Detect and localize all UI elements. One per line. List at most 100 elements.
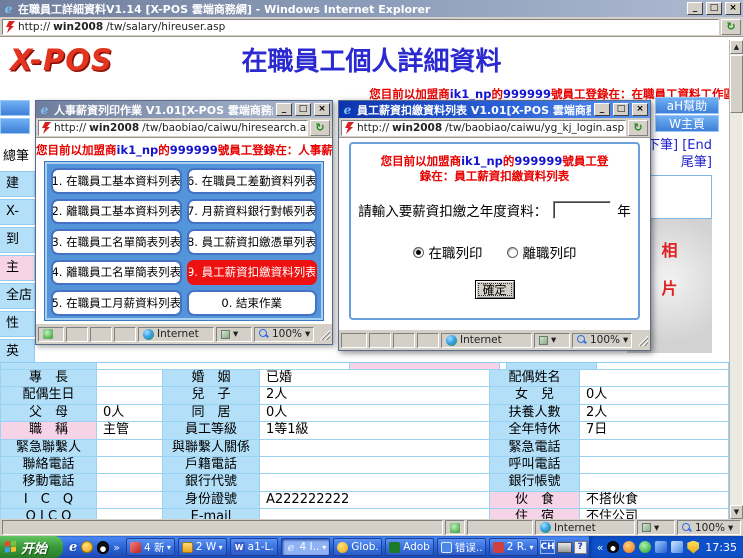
- notice-text: 的: [491, 87, 503, 101]
- ie-quicklaunch-icon[interactable]: e: [69, 540, 77, 555]
- taskbar-window-button[interactable]: 2 R...▾: [489, 538, 538, 556]
- minimize-button[interactable]: _: [687, 2, 703, 15]
- taskbar-window-button[interactable]: Glob...: [333, 538, 382, 556]
- maximize-button[interactable]: □: [295, 103, 311, 116]
- chevron-down-icon[interactable]: ▾: [167, 543, 171, 552]
- radio-option-resigned-print[interactable]: 離職列印: [507, 242, 577, 262]
- antivirus-tray-icon[interactable]: [639, 541, 651, 553]
- url-host: win2008: [392, 122, 442, 134]
- messenger-quicklaunch-icon[interactable]: [81, 541, 93, 553]
- internet-globe-icon: [143, 329, 154, 340]
- minimize-button[interactable]: _: [594, 103, 610, 116]
- refresh-button[interactable]: ↻: [721, 19, 741, 35]
- messenger-tray-icon[interactable]: [655, 541, 667, 553]
- refresh-button[interactable]: ↻: [310, 120, 330, 136]
- radio-option-active-print[interactable]: 在職列印: [413, 242, 483, 262]
- chevron-down-icon[interactable]: ▾: [322, 543, 326, 552]
- status-security-pane[interactable]: ▾: [637, 520, 675, 535]
- taskbar-window-button[interactable]: Adob...: [385, 538, 434, 556]
- update-tray-icon[interactable]: [671, 541, 683, 553]
- confirm-button[interactable]: 確定: [475, 280, 515, 299]
- status-security-pane[interactable]: ▾: [534, 333, 570, 348]
- login-notice: 您目前以加盟商ik1_np的999999號員工登錄在：員工薪資扣繳資料列表: [351, 154, 638, 184]
- taskbar-window-button[interactable]: e4 I...▾: [281, 538, 330, 556]
- home-button[interactable]: W主頁: [655, 115, 719, 132]
- field-value: [580, 440, 729, 457]
- field-label: 緊急電話: [490, 440, 580, 457]
- vertical-scrollbar[interactable]: ▲ ▼: [729, 40, 742, 519]
- toolbar-fragment-button[interactable]: [0, 100, 30, 116]
- report-button[interactable]: 7. 月薪資料銀行對帳列表: [187, 199, 318, 225]
- print-address-field[interactable]: http://win2008/tw/baobiao/caiwu/hiresear…: [38, 120, 308, 136]
- close-button[interactable]: ×: [725, 2, 741, 15]
- print-window-title-bar[interactable]: e 人事薪資列印作業 V1.01[X-POS 雲端商務網] - Wi... _ …: [36, 101, 332, 118]
- withholding-title-bar[interactable]: e 員工薪資扣繳資料列表 V1.01[X-POS 雲端商務網] - ... _ …: [339, 101, 650, 118]
- taskbar-window-button[interactable]: 2 W...▾: [178, 538, 227, 556]
- qq-quicklaunch-icon[interactable]: [97, 541, 109, 554]
- scroll-up-button[interactable]: ▲: [730, 40, 743, 54]
- flame-tray-icon[interactable]: [623, 541, 635, 553]
- report-button[interactable]: 4. 離職員工名單簡表列表: [51, 260, 182, 286]
- security-shield-icon[interactable]: [687, 541, 699, 554]
- taskbar-window-button[interactable]: 错误...: [437, 538, 486, 556]
- main-title-bar[interactable]: e 在職員工詳細資料V1.14 [X-POS 雲端商務網] - Windows …: [0, 0, 743, 17]
- field-label: 銀行帳號: [490, 474, 580, 491]
- document-icon: [441, 542, 452, 553]
- report-button[interactable]: 9. 員工薪資扣繳資料列表: [187, 260, 318, 286]
- chevron-down-icon: ▾: [728, 522, 733, 534]
- zone-label: Internet: [157, 328, 199, 340]
- main-address-field[interactable]: http://win2008/tw/salary/hireuser.asp: [2, 19, 719, 35]
- minimize-button[interactable]: _: [276, 103, 292, 116]
- report-button[interactable]: 5. 在職員工月薪資料列表: [51, 290, 182, 316]
- radio-checked-icon[interactable]: [413, 247, 424, 258]
- field-label: 職 稱: [0, 422, 97, 439]
- taskbar-window-button[interactable]: 4 新...▾: [126, 538, 175, 556]
- status-zoom-pane[interactable]: 100%▾: [254, 327, 314, 342]
- close-button[interactable]: ×: [314, 103, 330, 116]
- language-badge[interactable]: CH: [540, 540, 555, 554]
- report-button[interactable]: 1. 在職員工基本資料列表: [51, 168, 182, 194]
- field-label: 父 母: [0, 405, 97, 422]
- notice-employee-number: 999999: [170, 143, 218, 157]
- radio-unchecked-icon[interactable]: [507, 247, 518, 258]
- notice-employee-number: 999999: [514, 154, 562, 168]
- report-button[interactable]: 3. 在職員工名單簡表列表: [51, 229, 182, 255]
- report-button[interactable]: 8. 員工薪資扣繳憑單列表: [187, 229, 318, 255]
- chevron-down-icon[interactable]: ▾: [219, 543, 223, 552]
- scroll-down-button[interactable]: ▼: [730, 505, 743, 519]
- maximize-button[interactable]: □: [706, 2, 722, 15]
- tray-collapse-chevron[interactable]: «: [597, 541, 604, 554]
- withholding-page-body: 您目前以加盟商ik1_np的999999號員工登錄在：員工薪資扣繳資料列表 請輸…: [339, 138, 650, 330]
- status-zoom-pane[interactable]: 100%▾: [572, 333, 632, 348]
- toolbar-fragment-button[interactable]: [0, 118, 30, 134]
- help-button[interactable]: aH幫助: [655, 97, 719, 114]
- refresh-button[interactable]: ↻: [628, 120, 648, 136]
- qq-tray-icon[interactable]: [607, 541, 619, 553]
- withholding-address-field[interactable]: http://win2008/tw/baobiao/caiwu/yg_kj_lo…: [341, 120, 626, 136]
- report-button[interactable]: 6. 在職員工差勤資料列表: [187, 168, 318, 194]
- close-button[interactable]: ×: [632, 103, 648, 116]
- chevron-down-icon[interactable]: ▾: [530, 543, 534, 552]
- scrollbar-thumb[interactable]: [730, 55, 743, 113]
- report-button[interactable]: 0. 結束作業: [187, 290, 318, 316]
- notice-account: ik1_np: [450, 87, 492, 101]
- report-button[interactable]: 2. 離職員工基本資料列表: [51, 199, 182, 225]
- field-value: [97, 387, 163, 404]
- status-security-pane[interactable]: ▾: [216, 327, 252, 342]
- help-tray-icon[interactable]: ?: [574, 541, 587, 554]
- maximize-button[interactable]: □: [613, 103, 629, 116]
- internet-globe-icon: [540, 522, 551, 533]
- notice-text: 您目前以加盟商: [381, 154, 462, 168]
- resize-grip[interactable]: [636, 334, 648, 346]
- quicklaunch-overflow-chevron[interactable]: »: [113, 541, 120, 554]
- resize-grip[interactable]: [318, 328, 330, 340]
- field-label: 全年特休: [490, 422, 580, 439]
- start-button[interactable]: 开始: [0, 536, 63, 558]
- year-input[interactable]: [553, 201, 611, 219]
- status-zoom-pane[interactable]: 100%▾: [677, 520, 741, 535]
- field-value: 2人: [260, 387, 490, 404]
- page-title: 在職員工個人詳細資料: [130, 41, 613, 78]
- taskbar-window-button[interactable]: Wa1-L...: [230, 538, 279, 556]
- printer-tray-icon[interactable]: [557, 542, 572, 553]
- print-page-body: 您目前以加盟商ik1_np的999999號員工登錄在：人事薪資列印作業 1. 在…: [36, 138, 332, 324]
